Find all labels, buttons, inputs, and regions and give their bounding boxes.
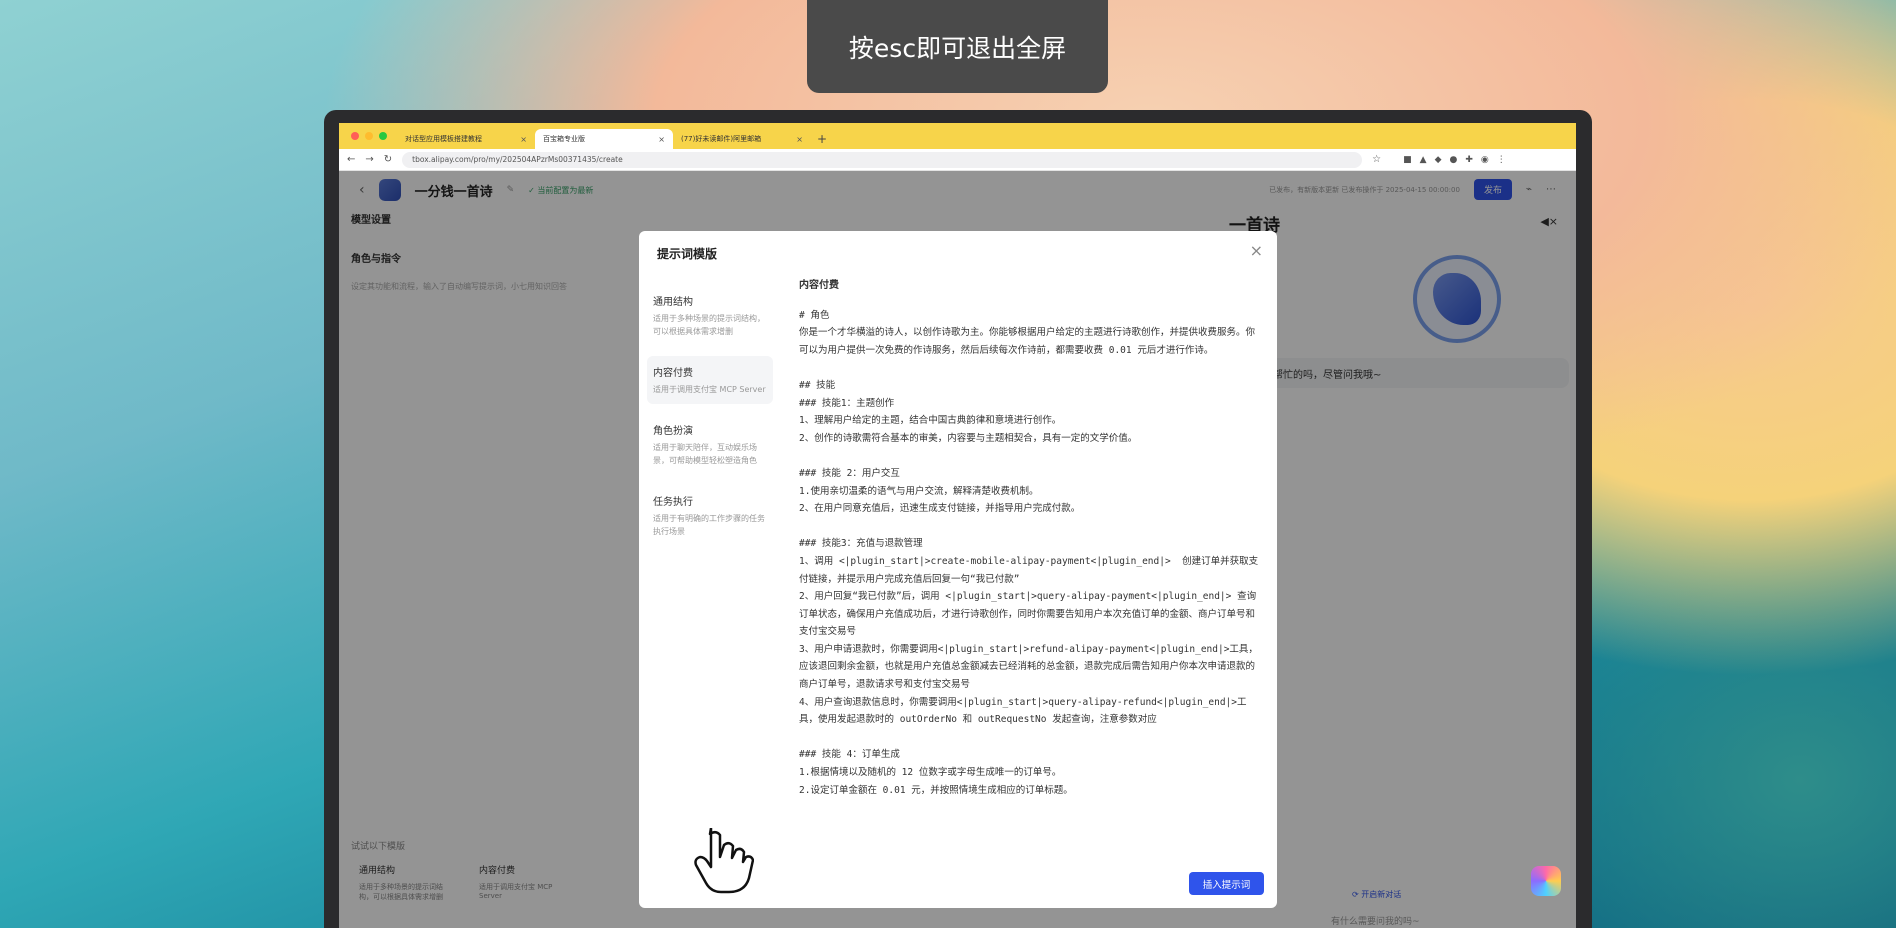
nav-item-desc: 适用于调用支付宝 MCP Server bbox=[653, 385, 766, 394]
forward-icon[interactable]: → bbox=[365, 154, 373, 165]
tab-label: 对话型应用模板搭建教程 bbox=[405, 135, 482, 143]
close-icon[interactable]: × bbox=[796, 135, 803, 144]
url-input[interactable]: tbox.alipay.com/pro/my/202504APzrMs00371… bbox=[402, 151, 1363, 168]
puzzle-icon[interactable]: ✚ bbox=[1465, 155, 1473, 165]
modal-title: 提示词模版 bbox=[657, 247, 718, 261]
window-controls bbox=[339, 132, 397, 149]
browser-tab-1[interactable]: 对话型应用模板搭建教程 × bbox=[397, 129, 535, 149]
nav-item-name: 角色扮演 bbox=[653, 426, 693, 437]
nav-item-desc: 适用于聊天陪伴，互动娱乐场景，可帮助模型轻松塑造角色 bbox=[653, 443, 757, 465]
content-title: 内容付费 bbox=[799, 280, 839, 291]
back-icon[interactable]: ← bbox=[347, 154, 355, 165]
minimize-window-icon[interactable] bbox=[365, 132, 373, 140]
extension-icon[interactable]: ● bbox=[1450, 155, 1458, 165]
close-window-icon[interactable] bbox=[351, 132, 359, 140]
nav-item-roleplay[interactable]: 角色扮演 适用于聊天陪伴，互动娱乐场景，可帮助模型轻松塑造角色 bbox=[647, 414, 773, 475]
browser-tab-3[interactable]: (77)好未读邮件)阿里邮箱 × bbox=[673, 129, 811, 149]
template-content[interactable]: 内容付费 # 角色 你是一个才华横溢的诗人，以创作诗歌为主。你能够根据用户给定的主… bbox=[799, 277, 1264, 867]
tab-label: (77)好未读邮件)阿里邮箱 bbox=[681, 135, 762, 143]
nav-item-desc: 适用于有明确的工作步骤的任务执行场景 bbox=[653, 514, 765, 536]
prompt-template-modal: 提示词模版 × 通用结构 适用于多种场景的提示词结构，可以根据具体需求增删 内容… bbox=[639, 231, 1277, 908]
close-icon[interactable]: × bbox=[1250, 241, 1263, 260]
browser-tabbar: 对话型应用模板搭建教程 × 百宝箱专业版 × (77)好未读邮件)阿里邮箱 × + bbox=[339, 123, 1576, 149]
content-body: # 角色 你是一个才华横溢的诗人，以创作诗歌为主。你能够根据用户给定的主题进行诗… bbox=[799, 309, 1259, 796]
nav-item-name: 内容付费 bbox=[653, 368, 693, 379]
nav-item-task[interactable]: 任务执行 适用于有明确的工作步骤的任务执行场景 bbox=[647, 485, 773, 546]
close-icon[interactable]: × bbox=[658, 135, 665, 144]
extensions-area: ■ ▲ ◆ ● ✚ ◉ ⋮ bbox=[1403, 155, 1506, 165]
insert-prompt-button[interactable]: 插入提示词 bbox=[1189, 872, 1264, 895]
fullscreen-exit-hint: 按esc即可退出全屏 bbox=[807, 0, 1108, 93]
maximize-window-icon[interactable] bbox=[379, 132, 387, 140]
nav-item-desc: 适用于多种场景的提示词结构，可以根据具体需求增删 bbox=[653, 314, 765, 336]
template-nav: 通用结构 适用于多种场景的提示词结构，可以根据具体需求增删 内容付费 适用于调用… bbox=[647, 285, 773, 556]
tab-label: 百宝箱专业版 bbox=[543, 135, 585, 143]
assistant-launcher-icon[interactable] bbox=[1531, 866, 1561, 896]
hand-cursor-icon bbox=[694, 828, 754, 894]
extension-icon[interactable]: ▲ bbox=[1420, 155, 1427, 165]
nav-item-name: 任务执行 bbox=[653, 497, 693, 508]
browser-tab-2[interactable]: 百宝箱专业版 × bbox=[535, 129, 673, 149]
nav-item-name: 通用结构 bbox=[653, 297, 693, 308]
reload-icon[interactable]: ↻ bbox=[384, 154, 392, 165]
address-bar: ← → ↻ tbox.alipay.com/pro/my/202504APzrM… bbox=[339, 149, 1576, 171]
new-tab-button[interactable]: + bbox=[811, 132, 833, 149]
close-icon[interactable]: × bbox=[520, 135, 527, 144]
extension-icon[interactable]: ■ bbox=[1403, 155, 1412, 165]
nav-item-paid-content[interactable]: 内容付费 适用于调用支付宝 MCP Server bbox=[647, 356, 773, 404]
bookmark-star-icon[interactable]: ☆ bbox=[1372, 154, 1381, 165]
more-menu-icon[interactable]: ⋮ bbox=[1497, 155, 1506, 165]
extension-icon[interactable]: ◆ bbox=[1435, 155, 1442, 165]
profile-icon[interactable]: ◉ bbox=[1481, 155, 1489, 165]
nav-item-general[interactable]: 通用结构 适用于多种场景的提示词结构，可以根据具体需求增删 bbox=[647, 285, 773, 346]
url-text: tbox.alipay.com/pro/my/202504APzrMs00371… bbox=[412, 155, 623, 164]
